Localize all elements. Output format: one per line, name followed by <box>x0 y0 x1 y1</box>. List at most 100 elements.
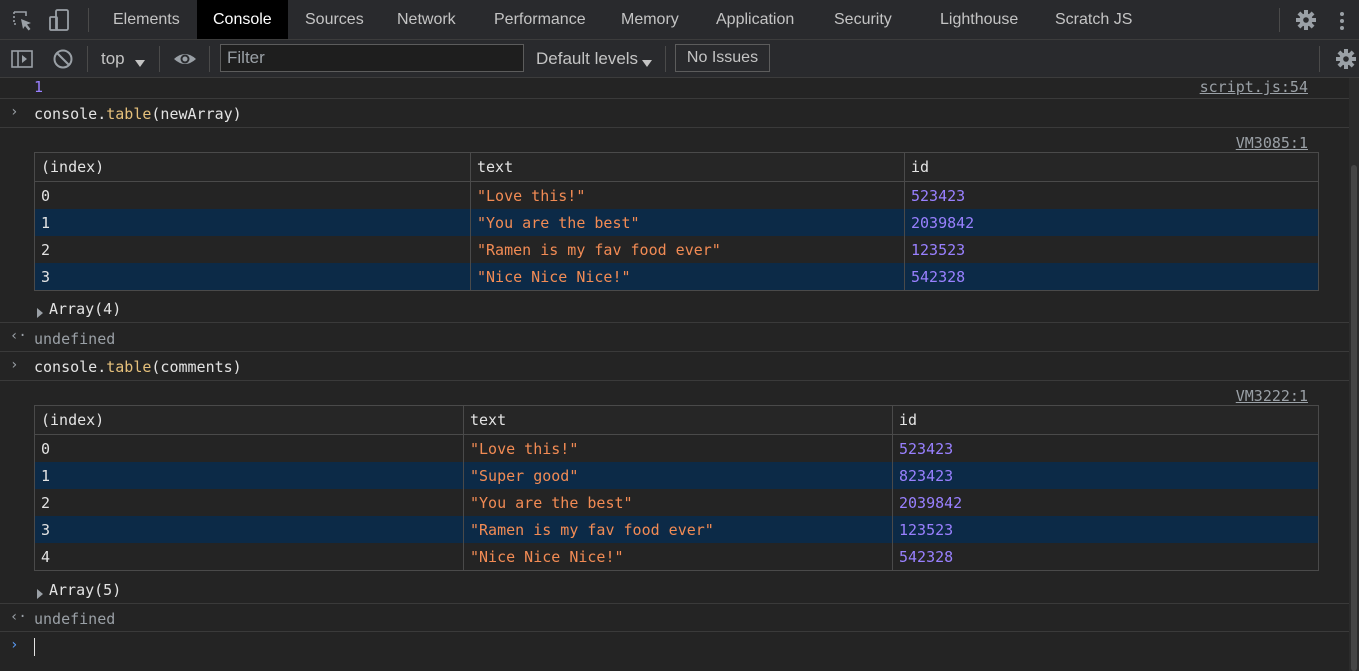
result-arrow-icon: ‹· <box>10 609 27 625</box>
result-arrow-icon: ‹· <box>10 328 27 344</box>
array-summary[interactable]: Array(5) <box>49 581 121 599</box>
id-cell: 823423 <box>892 462 1319 489</box>
tab-performance[interactable]: Performance <box>494 0 586 39</box>
column-header[interactable]: (index) <box>34 152 471 182</box>
device-toolbar-icon[interactable] <box>48 8 72 32</box>
table-row: 0 "Love this!" 523423 <box>34 434 1319 462</box>
log-levels-dropdown[interactable]: Default levels <box>536 40 638 77</box>
tab-lighthouse[interactable]: Lighthouse <box>940 0 1018 39</box>
index-cell: 3 <box>34 516 464 543</box>
result-value: undefined <box>34 610 116 628</box>
column-header[interactable]: id <box>892 405 1319 435</box>
text-cell: "You are the best" <box>463 489 893 516</box>
text-caret <box>34 638 35 656</box>
table-row: 2 "You are the best" 2039842 <box>34 489 1319 516</box>
id-cell: 542328 <box>904 263 1319 291</box>
separator <box>209 46 210 72</box>
separator <box>1279 8 1280 32</box>
index-cell: 4 <box>34 543 464 571</box>
id-cell: 2039842 <box>892 489 1319 516</box>
source-link[interactable]: script.js:54 <box>1200 78 1308 96</box>
separator <box>665 46 666 72</box>
expand-triangle-icon[interactable] <box>36 585 44 599</box>
result-value: undefined <box>34 330 116 348</box>
id-cell: 123523 <box>892 516 1319 543</box>
prompt-chevron-icon: › <box>10 637 19 653</box>
array-summary[interactable]: Array(4) <box>49 300 121 318</box>
index-cell: 3 <box>34 263 471 291</box>
text-cell: "Ramen is my fav food ever" <box>463 516 893 543</box>
id-cell: 523423 <box>904 181 1319 209</box>
table-row: 2 "Ramen is my fav food ever" 123523 <box>34 236 1319 263</box>
console-input-line: › console.table(comments) <box>0 352 1349 381</box>
tab-network[interactable]: Network <box>397 0 456 39</box>
console-table-message: VM3085:1 (index) text id 0 "Love this!" … <box>0 128 1349 323</box>
table-row: 1 "You are the best" 2039842 <box>34 209 1319 236</box>
context-selector[interactable]: top <box>101 40 125 77</box>
table-row: 4 "Nice Nice Nice!" 542328 <box>34 543 1319 571</box>
more-options-icon[interactable] <box>1338 10 1346 32</box>
source-link[interactable]: VM3085:1 <box>1236 134 1308 152</box>
id-cell: 123523 <box>904 236 1319 263</box>
text-cell: "Love this!" <box>463 434 893 462</box>
id-cell: 542328 <box>892 543 1319 571</box>
inspect-element-icon[interactable] <box>12 10 34 32</box>
command-text: console.table(comments) <box>34 358 242 376</box>
input-chevron-icon: › <box>10 357 19 373</box>
index-cell: 2 <box>34 236 471 263</box>
table-row: 0 "Love this!" 523423 <box>34 181 1319 209</box>
tab-memory[interactable]: Memory <box>621 0 679 39</box>
text-cell: "You are the best" <box>470 209 905 236</box>
console-toolbar: top Filter Default levels No Issues <box>0 40 1359 78</box>
console-table-message: VM3222:1 (index) text id 0 "Love this!" … <box>0 381 1349 604</box>
levels-dropdown-icon[interactable] <box>641 54 653 67</box>
column-header[interactable]: id <box>904 152 1319 182</box>
index-cell: 1 <box>34 462 464 489</box>
id-cell: 523423 <box>892 434 1319 462</box>
issues-button[interactable]: No Issues <box>675 44 770 72</box>
devtools-tab-bar: Elements Console Sources Network Perform… <box>0 0 1359 40</box>
separator <box>1319 46 1320 72</box>
index-cell: 1 <box>34 209 471 236</box>
filter-input[interactable]: Filter <box>220 44 524 72</box>
column-header[interactable]: text <box>470 152 905 182</box>
tab-security[interactable]: Security <box>834 0 892 39</box>
live-expression-eye-icon[interactable] <box>172 49 198 69</box>
separator <box>87 46 88 72</box>
context-dropdown-icon[interactable] <box>134 54 146 67</box>
text-cell: "Ramen is my fav food ever" <box>470 236 905 263</box>
console-input-line: › console.table(newArray) <box>0 99 1349 128</box>
id-cell: 2039842 <box>904 209 1319 236</box>
source-link[interactable]: VM3222:1 <box>1236 387 1308 405</box>
console-result-line: ‹· undefined <box>0 604 1349 632</box>
console-settings-gear-icon[interactable] <box>1335 48 1357 70</box>
tab-application[interactable]: Application <box>716 0 794 39</box>
console-prompt[interactable]: › <box>0 632 1349 671</box>
text-cell: "Love this!" <box>470 181 905 209</box>
text-cell: "Super good" <box>463 462 893 489</box>
log-value: 1 <box>34 78 44 96</box>
index-cell: 2 <box>34 489 464 516</box>
separator <box>88 8 89 32</box>
settings-gear-icon[interactable] <box>1295 9 1317 31</box>
console-message: 1 script.js:54 <box>0 78 1349 99</box>
table-row: 3 "Ramen is my fav food ever" 123523 <box>34 516 1319 543</box>
scrollbar-thumb[interactable] <box>1351 165 1357 671</box>
tab-elements[interactable]: Elements <box>113 0 180 39</box>
column-header[interactable]: text <box>463 405 893 435</box>
index-cell: 0 <box>34 434 464 462</box>
text-cell: "Nice Nice Nice!" <box>470 263 905 291</box>
tab-scratch-js[interactable]: Scratch JS <box>1055 0 1132 39</box>
separator <box>159 46 160 72</box>
console-table: (index) text id 0 "Love this!" 523423 1 … <box>34 152 1319 291</box>
column-header[interactable]: (index) <box>34 405 464 435</box>
show-sidebar-icon[interactable] <box>11 49 33 69</box>
text-cell: "Nice Nice Nice!" <box>463 543 893 571</box>
console-result-line: ‹· undefined <box>0 323 1349 352</box>
expand-triangle-icon[interactable] <box>36 304 44 318</box>
console-table: (index) text id 0 "Love this!" 523423 1 … <box>34 405 1319 571</box>
tab-sources[interactable]: Sources <box>305 0 364 39</box>
clear-console-icon[interactable] <box>52 48 74 70</box>
tab-console[interactable]: Console <box>197 0 288 39</box>
table-row: 1 "Super good" 823423 <box>34 462 1319 489</box>
